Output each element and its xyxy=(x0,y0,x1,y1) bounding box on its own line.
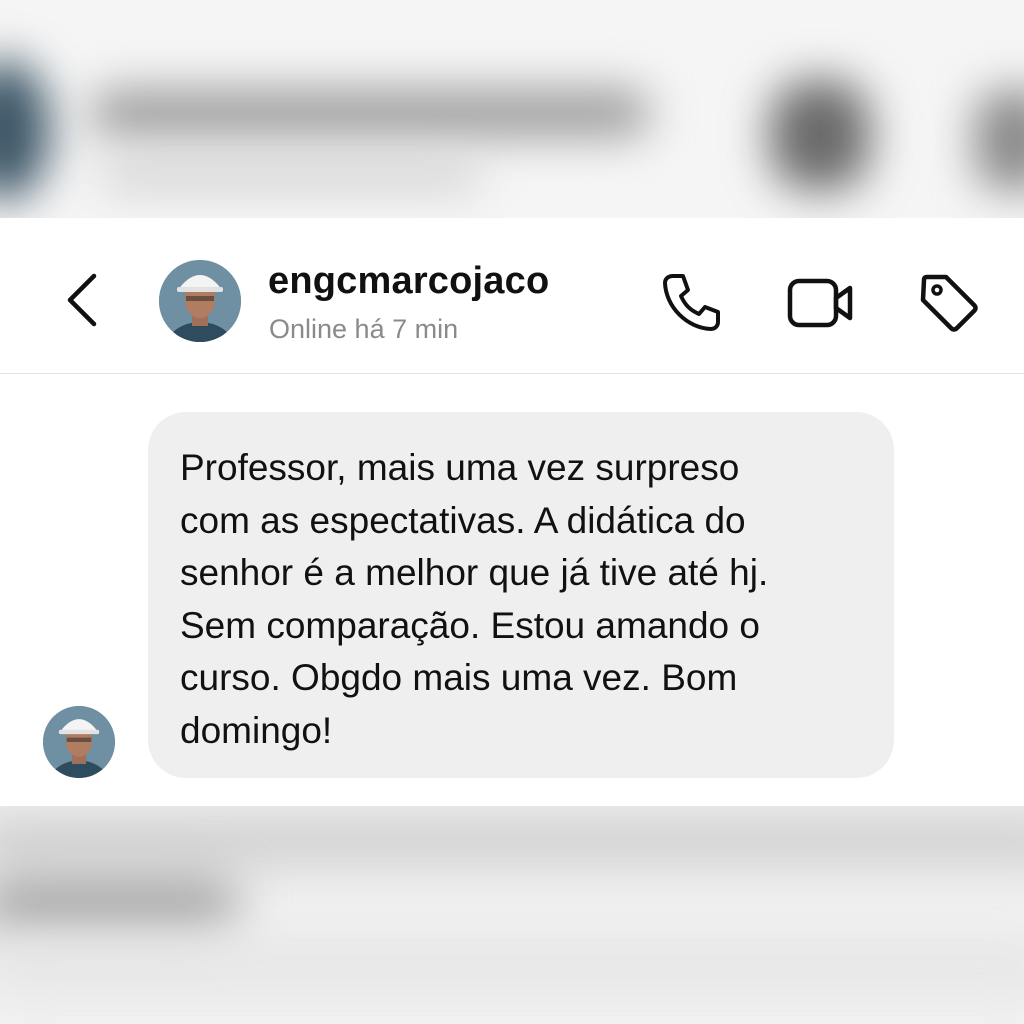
call-button[interactable] xyxy=(659,270,723,334)
engineer-avatar-icon xyxy=(159,260,241,342)
back-button[interactable] xyxy=(58,270,108,330)
tag-icon xyxy=(920,274,978,332)
avatar[interactable] xyxy=(159,260,241,342)
online-status: Online há 7 min xyxy=(269,314,459,344)
blurred-top-region xyxy=(0,0,1024,218)
engineer-avatar-icon xyxy=(43,706,115,778)
video-call-button[interactable] xyxy=(786,270,853,334)
blurred-bottom-region xyxy=(0,806,1024,1024)
message-text: Professor, mais uma vez surpreso com as … xyxy=(180,447,769,751)
contact-username[interactable]: engcmarcojaco xyxy=(268,260,549,303)
chevron-left-icon xyxy=(67,273,97,327)
tag-button[interactable] xyxy=(916,270,980,334)
sender-avatar[interactable] xyxy=(43,706,115,778)
message-thread: Professor, mais uma vez surpreso com as … xyxy=(0,374,1024,806)
chat-header: engcmarcojaco Online há 7 min xyxy=(0,218,1024,374)
chat-screen: engcmarcojaco Online há 7 min Professor,… xyxy=(0,0,1024,1024)
video-camera-icon xyxy=(787,278,853,328)
phone-icon xyxy=(663,274,720,331)
message-bubble[interactable]: Professor, mais uma vez surpreso com as … xyxy=(148,412,894,778)
